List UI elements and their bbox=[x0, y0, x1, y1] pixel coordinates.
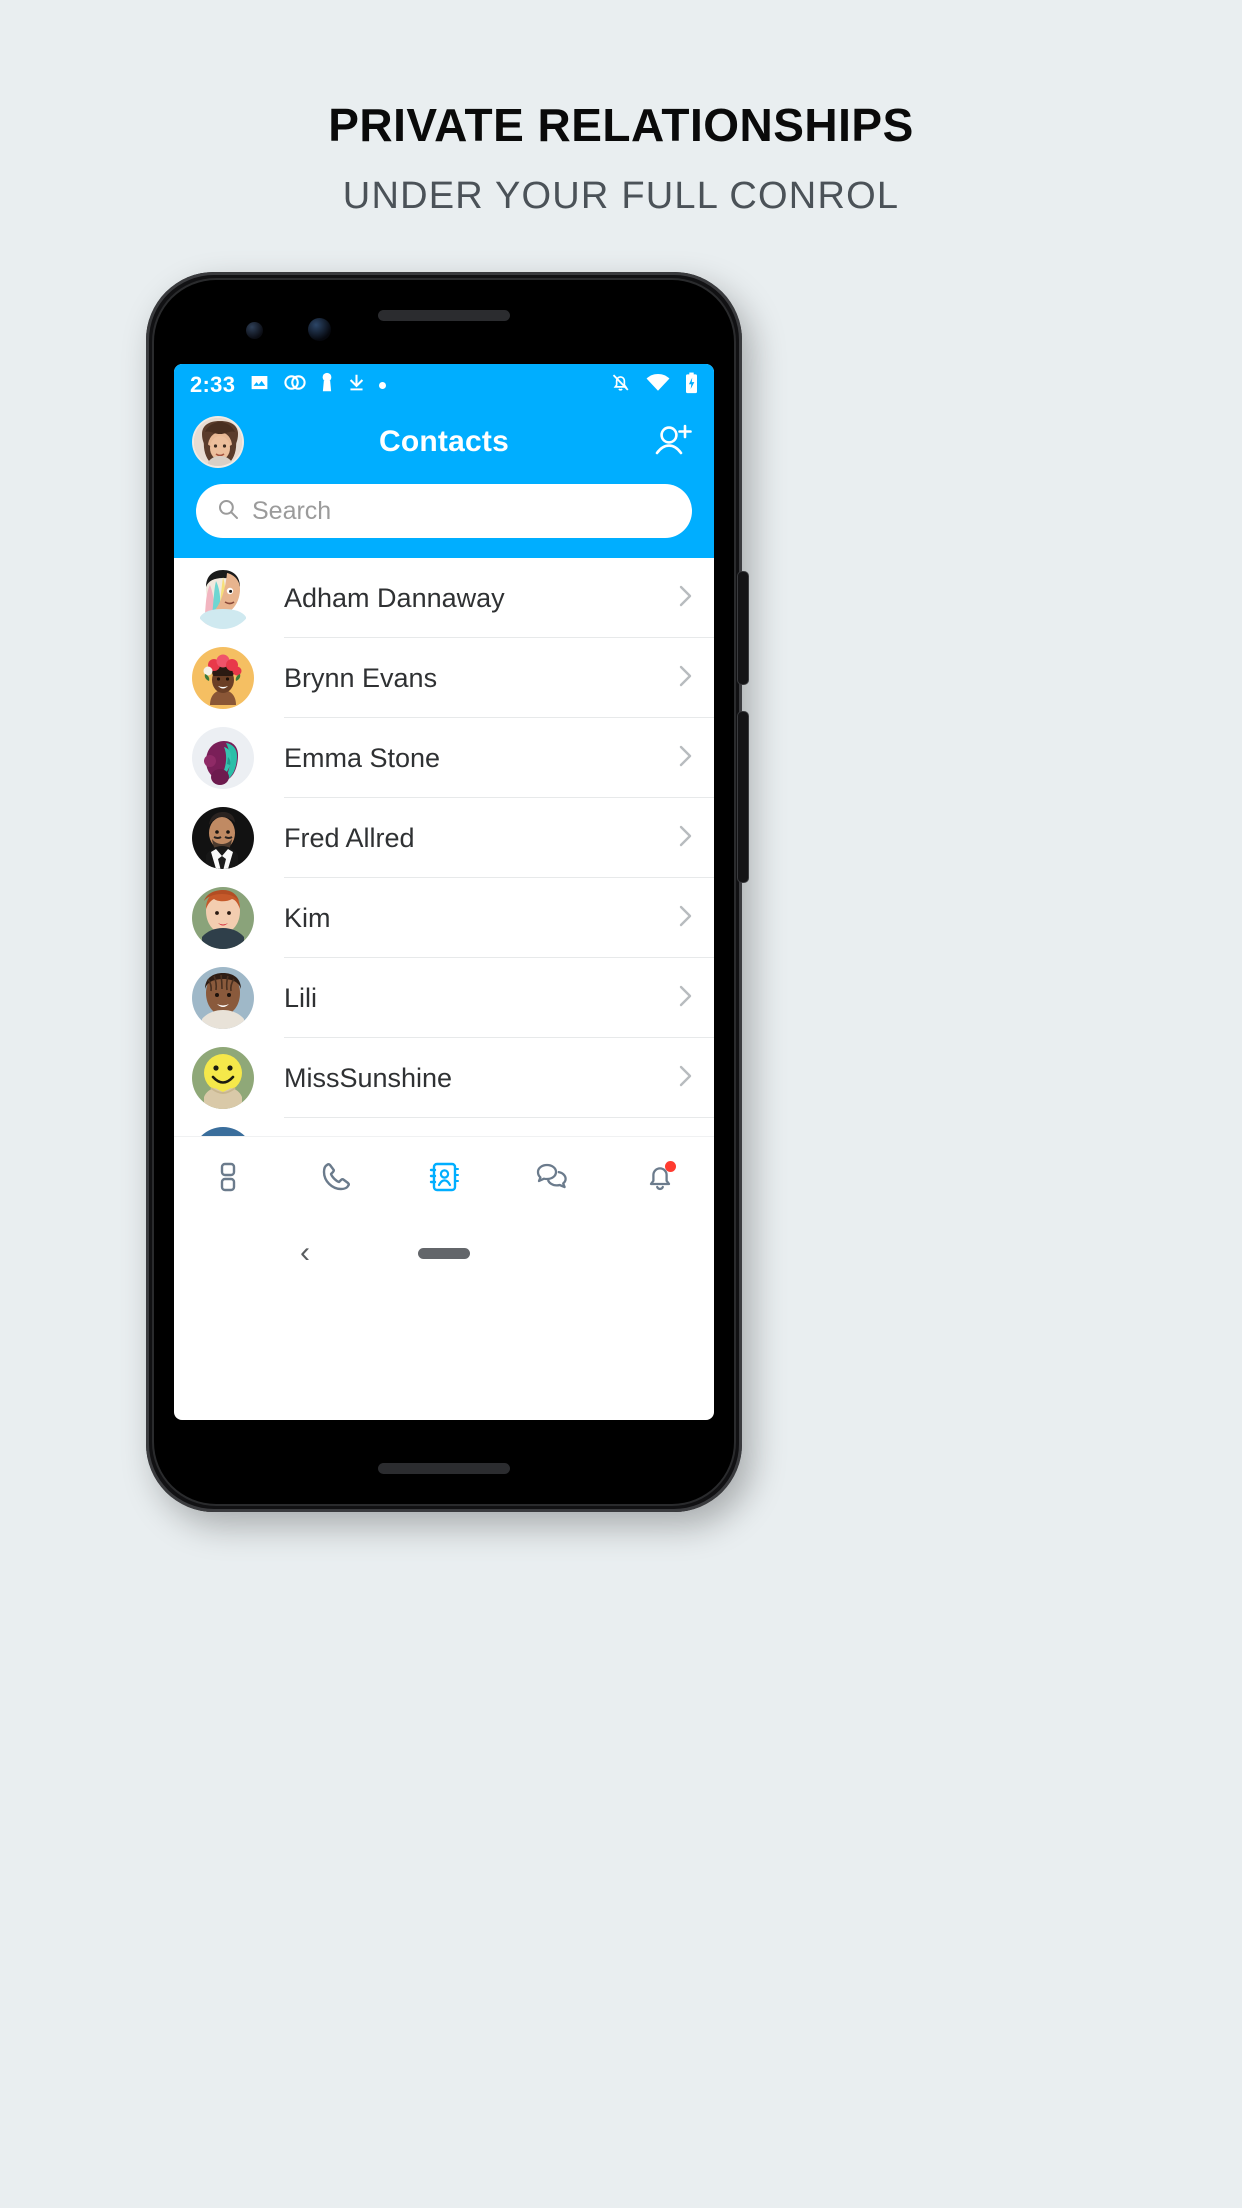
chevron-right-icon[interactable] bbox=[672, 983, 698, 1014]
volume-button[interactable] bbox=[738, 712, 748, 882]
contact-name: Kim bbox=[284, 902, 331, 933]
person-icon bbox=[320, 372, 334, 398]
back-icon[interactable]: ‹ bbox=[300, 1238, 310, 1268]
contacts-book-icon bbox=[426, 1159, 462, 1200]
phone-mockup: 2:33 Contacts Search Adham Dannaway Bryn… bbox=[146, 272, 748, 1512]
chat-bubbles-icon bbox=[534, 1159, 570, 1200]
wifi-icon bbox=[646, 372, 670, 398]
search-placeholder: Search bbox=[252, 496, 332, 525]
promo-page: PRIVATE RELATIONSHIPS UNDER YOUR FULL CO… bbox=[0, 0, 1242, 2208]
chevron-right-icon[interactable] bbox=[672, 823, 698, 854]
chevron-right-icon[interactable] bbox=[672, 583, 698, 614]
contact-name: Lili bbox=[284, 982, 318, 1013]
list-item[interactable]: Adham Dannaway bbox=[174, 558, 714, 638]
chevron-right-icon[interactable] bbox=[672, 663, 698, 694]
status-bar-system-icons bbox=[610, 372, 698, 399]
contact-avatar bbox=[192, 727, 254, 789]
status-bar-notification-icons bbox=[249, 372, 387, 398]
contact-avatar bbox=[192, 1047, 254, 1109]
app-bar: Contacts bbox=[174, 406, 714, 478]
add-person-icon[interactable] bbox=[650, 419, 696, 465]
image-icon bbox=[249, 372, 270, 398]
contact-avatar bbox=[192, 967, 254, 1029]
front-camera-secondary-icon bbox=[308, 318, 331, 341]
chevron-right-icon[interactable] bbox=[672, 743, 698, 774]
list-item[interactable] bbox=[174, 1118, 714, 1136]
list-item[interactable]: Emma Stone bbox=[174, 718, 714, 798]
front-camera-icon bbox=[246, 322, 263, 339]
chevron-right-icon[interactable] bbox=[672, 903, 698, 934]
download-icon bbox=[347, 372, 366, 398]
tab-chats[interactable] bbox=[498, 1137, 606, 1222]
list-item[interactable]: Lili bbox=[174, 958, 714, 1038]
power-button[interactable] bbox=[738, 572, 748, 684]
tab-contacts[interactable] bbox=[390, 1137, 498, 1222]
status-bar: 2:33 bbox=[174, 364, 714, 406]
contact-avatar bbox=[192, 807, 254, 869]
status-bar-clock: 2:33 bbox=[190, 372, 236, 397]
list-item[interactable]: Kim bbox=[174, 878, 714, 958]
chevron-right-icon[interactable] bbox=[672, 1063, 698, 1094]
list-item[interactable]: MissSunshine bbox=[174, 1038, 714, 1118]
dashboard-icon bbox=[211, 1160, 245, 1199]
search-icon bbox=[216, 497, 240, 526]
list-item[interactable]: Fred Allred bbox=[174, 798, 714, 878]
avatar[interactable] bbox=[192, 416, 244, 468]
tab-calls[interactable] bbox=[282, 1137, 390, 1222]
contact-avatar bbox=[192, 887, 254, 949]
notification-badge bbox=[664, 1161, 676, 1172]
system-nav-bar: ‹ bbox=[174, 1222, 714, 1284]
contact-name: Emma Stone bbox=[284, 742, 441, 773]
contact-avatar bbox=[192, 1127, 254, 1136]
overlapping-circles-icon bbox=[283, 372, 307, 398]
search-input[interactable]: Search bbox=[196, 484, 692, 538]
contact-avatar bbox=[192, 567, 254, 629]
phone-screen: 2:33 Contacts Search Adham Dannaway Bryn… bbox=[174, 364, 714, 1420]
home-pill-icon[interactable] bbox=[418, 1247, 470, 1259]
phone-icon bbox=[318, 1159, 354, 1200]
bell-off-icon bbox=[610, 372, 631, 398]
dot-icon bbox=[379, 381, 387, 389]
contact-name: Fred Allred bbox=[284, 822, 415, 853]
bottom-tab-bar bbox=[174, 1136, 714, 1222]
contact-name: MissSunshine bbox=[284, 1062, 453, 1093]
search-bar-container: Search bbox=[174, 478, 714, 558]
contact-name: Adham Dannaway bbox=[284, 582, 505, 613]
tab-dashboard[interactable] bbox=[174, 1137, 282, 1222]
list-item[interactable]: Brynn Evans bbox=[174, 638, 714, 718]
earpiece-speaker bbox=[378, 310, 510, 321]
bottom-speaker bbox=[378, 1463, 510, 1474]
page-title: PRIVATE RELATIONSHIPS bbox=[328, 99, 914, 151]
contacts-list[interactable]: Adham Dannaway Brynn Evans Emma Stone Fr… bbox=[174, 558, 714, 1136]
app-bar-title: Contacts bbox=[379, 425, 509, 458]
contact-avatar bbox=[192, 647, 254, 709]
battery-charging-icon bbox=[685, 372, 698, 399]
tab-notifications[interactable] bbox=[606, 1137, 714, 1222]
contact-name: Brynn Evans bbox=[284, 662, 438, 693]
page-subtitle: UNDER YOUR FULL CONROL bbox=[342, 175, 900, 217]
